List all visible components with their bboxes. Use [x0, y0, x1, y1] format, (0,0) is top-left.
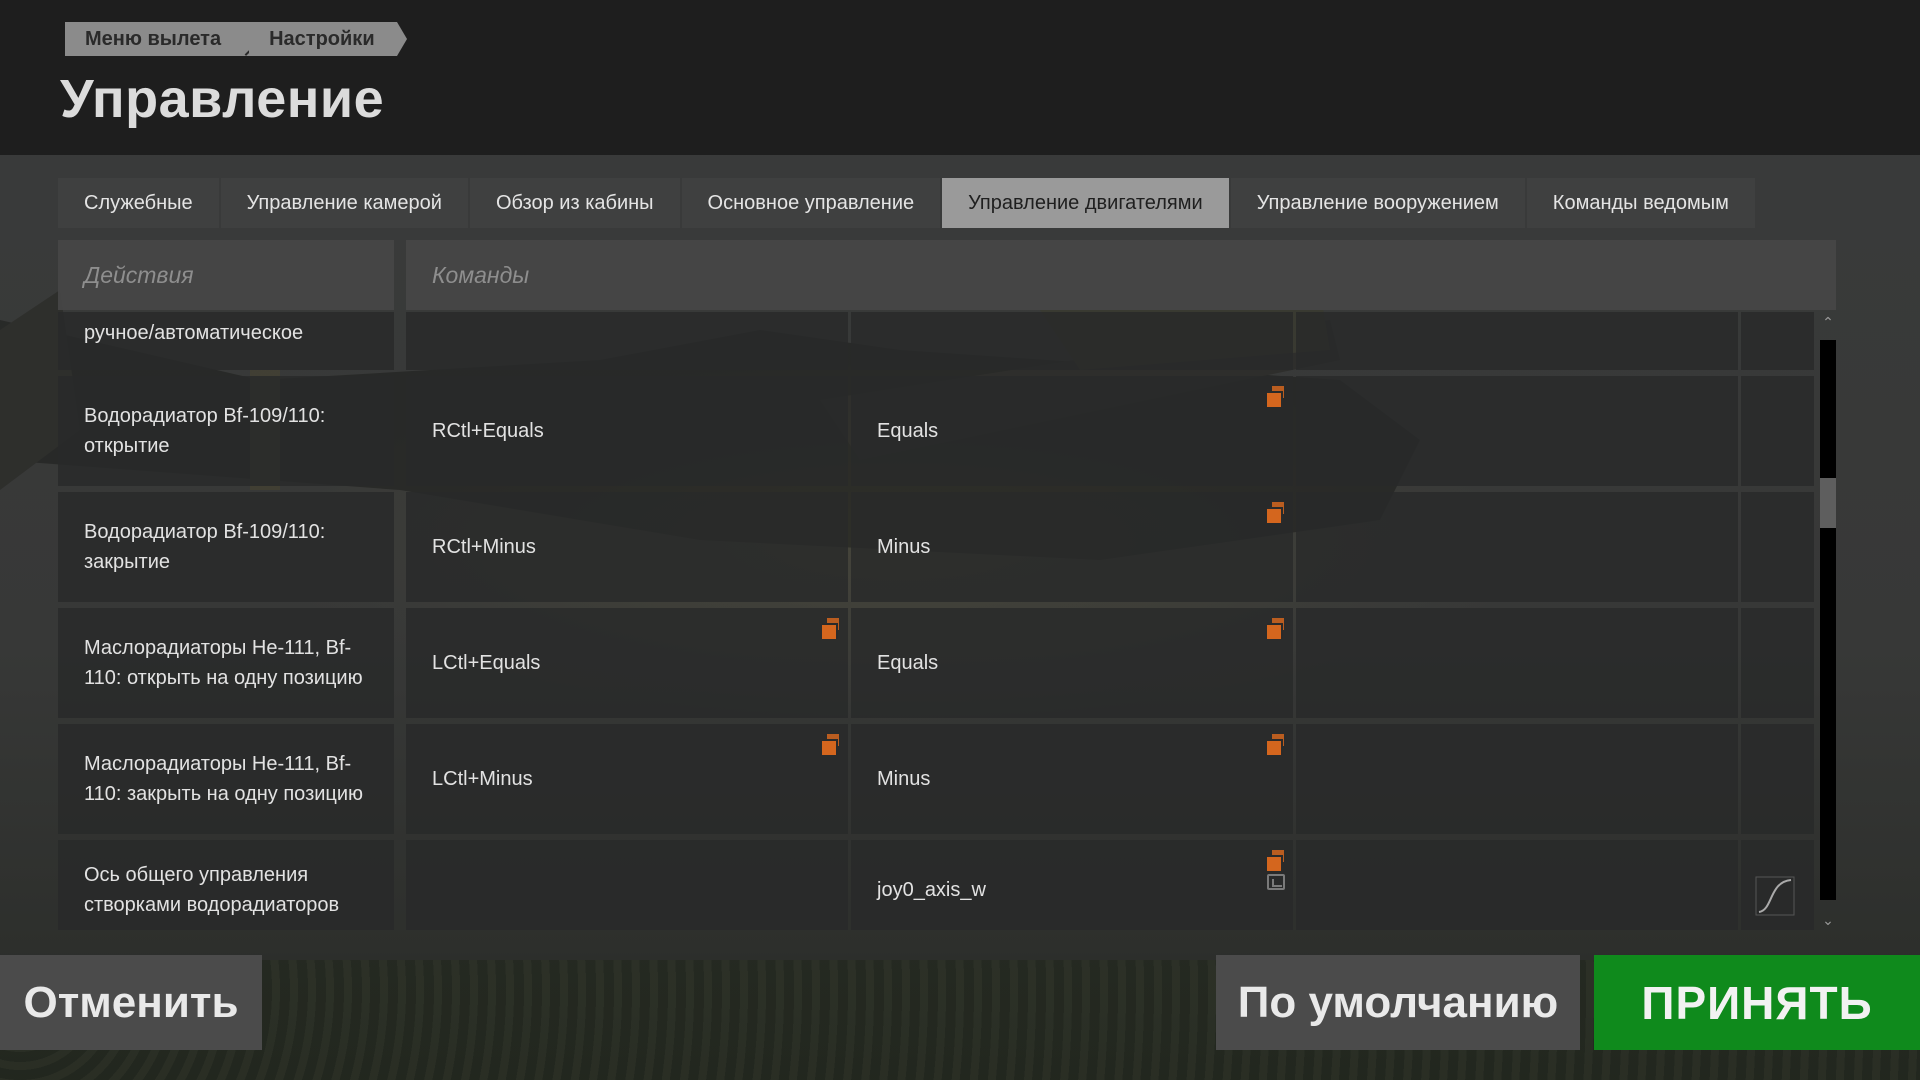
- binding-slot-1[interactable]: RCtl+Minus: [406, 492, 848, 602]
- accept-button[interactable]: ПРИНЯТЬ: [1594, 955, 1920, 1050]
- binding-slot-1[interactable]: [406, 312, 848, 370]
- binding-slot-3[interactable]: [1296, 724, 1738, 834]
- tab-wingman-commands[interactable]: Команды ведомым: [1526, 178, 1755, 228]
- category-tabs: Служебные Управление камерой Обзор из ка…: [58, 178, 1755, 228]
- reset-defaults-button[interactable]: По умолчанию: [1216, 955, 1580, 1050]
- table-scrollbar[interactable]: ⌃ ⌄: [1818, 312, 1838, 930]
- binding-slot-2[interactable]: joy0_axis_w: [851, 840, 1293, 930]
- binding-slot-2[interactable]: Equals: [851, 376, 1293, 486]
- axis-settings-slot: [1741, 492, 1814, 602]
- binding-slot-1[interactable]: LCtl+Equals: [406, 608, 848, 718]
- axis-settings-slot: [1741, 724, 1814, 834]
- binding-slot-2[interactable]: [851, 312, 1293, 370]
- binding-value: Equals: [877, 651, 939, 674]
- bindings-table-header: Действия Команды: [58, 240, 1836, 310]
- breadcrumb-separator-icon: [235, 22, 250, 56]
- action-label: ручное/автоматическое: [58, 312, 394, 370]
- cancel-button[interactable]: Отменить: [0, 955, 262, 1050]
- binding-slot-2[interactable]: Equals: [851, 608, 1293, 718]
- chevron-up-icon[interactable]: ⌃: [1821, 316, 1835, 330]
- binding-value: Minus: [877, 535, 931, 558]
- breadcrumb-item-settings[interactable]: Настройки: [249, 22, 397, 56]
- action-label: Водорадиатор Bf-109/110: закрытие: [58, 492, 394, 602]
- copy-binding-icon[interactable]: [822, 618, 840, 639]
- axis-settings-slot: [1741, 312, 1814, 370]
- binding-slot-1[interactable]: [406, 840, 848, 930]
- binding-slot-1[interactable]: LCtl+Minus: [406, 724, 848, 834]
- tab-engine-control[interactable]: Управление двигателями: [942, 178, 1229, 228]
- copy-binding-icon[interactable]: [1267, 734, 1285, 755]
- binding-slot-3[interactable]: [1296, 492, 1738, 602]
- column-header-actions: Действия: [58, 240, 394, 310]
- binding-slot-3[interactable]: [1296, 376, 1738, 486]
- page-title: Управление: [60, 69, 385, 129]
- invert-axis-icon[interactable]: [1267, 874, 1285, 890]
- binding-slot-3[interactable]: [1296, 608, 1738, 718]
- tab-service[interactable]: Служебные: [58, 178, 219, 228]
- axis-settings-slot: [1741, 376, 1814, 486]
- breadcrumb-end-arrow: [396, 22, 407, 56]
- axis-settings-slot: [1741, 840, 1814, 930]
- chevron-down-icon[interactable]: ⌄: [1821, 914, 1835, 928]
- binding-slot-1[interactable]: RCtl+Equals: [406, 376, 848, 486]
- scrollbar-track[interactable]: [1820, 340, 1836, 900]
- binding-value: LCtl+Equals: [432, 651, 541, 674]
- table-row: ручное/автоматическое: [58, 312, 1816, 370]
- bindings-table: ручное/автоматическое Водорадиатор Bf-10…: [58, 312, 1816, 930]
- binding-value: Equals: [877, 419, 939, 442]
- binding-slot-3[interactable]: [1296, 840, 1738, 930]
- tab-weapons-control[interactable]: Управление вооружением: [1230, 178, 1525, 228]
- action-label: Маслорадиаторы He-111, Bf-110: закрыть н…: [58, 724, 394, 834]
- binding-slot-3[interactable]: [1296, 312, 1738, 370]
- copy-binding-icon[interactable]: [1267, 502, 1285, 523]
- table-row: Водорадиатор Bf-109/110: закрытие RCtl+M…: [58, 492, 1816, 602]
- axis-settings-slot: [1741, 608, 1814, 718]
- copy-binding-icon[interactable]: [1267, 386, 1285, 407]
- header-bar: Меню вылета Настройки Управление: [0, 0, 1920, 155]
- binding-slot-2[interactable]: Minus: [851, 492, 1293, 602]
- tab-basic-control[interactable]: Основное управление: [681, 178, 941, 228]
- copy-binding-icon[interactable]: [1267, 850, 1285, 871]
- axis-curve-icon[interactable]: [1755, 876, 1795, 916]
- action-label: Водорадиатор Bf-109/110: открытие: [58, 376, 394, 486]
- action-label: Ось общего управления створками водоради…: [58, 840, 394, 930]
- scrollbar-thumb[interactable]: [1820, 478, 1836, 528]
- copy-binding-icon[interactable]: [822, 734, 840, 755]
- tab-cockpit-view[interactable]: Обзор из кабины: [469, 178, 680, 228]
- table-row: Маслорадиаторы He-111, Bf-110: закрыть н…: [58, 724, 1816, 834]
- action-label: Маслорадиаторы He-111, Bf-110: открыть н…: [58, 608, 394, 718]
- breadcrumb-item-flight-menu[interactable]: Меню вылета: [65, 22, 236, 56]
- binding-slot-2[interactable]: Minus: [851, 724, 1293, 834]
- column-header-commands: Команды: [406, 240, 1836, 310]
- table-row: Ось общего управления створками водоради…: [58, 840, 1816, 930]
- table-row: Маслорадиаторы He-111, Bf-110: открыть н…: [58, 608, 1816, 718]
- binding-value: LCtl+Minus: [432, 767, 533, 790]
- binding-value: Minus: [877, 767, 931, 790]
- table-row: Водорадиатор Bf-109/110: открытие RCtl+E…: [58, 376, 1816, 486]
- binding-value: joy0_axis_w: [877, 878, 986, 901]
- copy-binding-icon[interactable]: [1267, 618, 1285, 639]
- breadcrumb: Меню вылета Настройки: [65, 22, 407, 56]
- tab-camera-control[interactable]: Управление камерой: [220, 178, 468, 228]
